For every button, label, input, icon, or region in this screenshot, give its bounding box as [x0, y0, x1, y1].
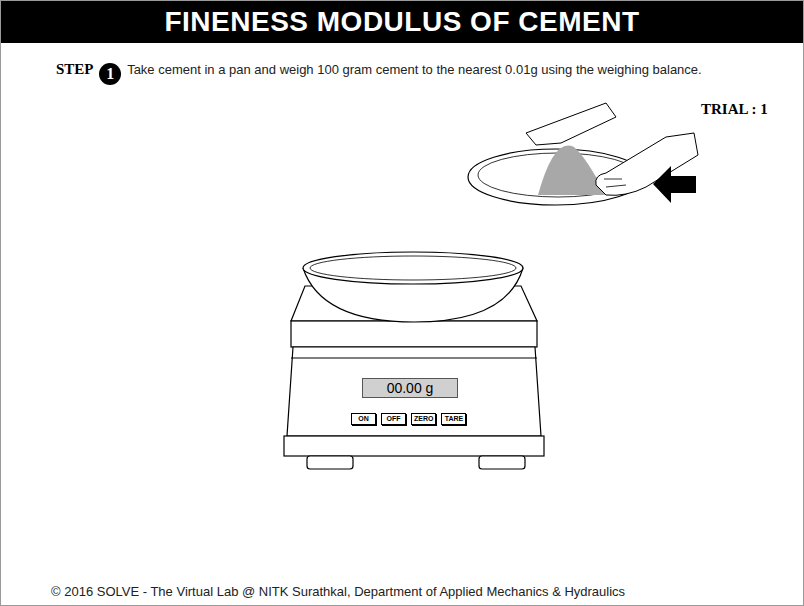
instruction-text: Take cement in a pan and weigh 100 gram …: [127, 62, 702, 77]
footer: © 2016 SOLVE - The Virtual Lab @ NITK Su…: [1, 584, 803, 605]
weighing-balance: 00.00 g ON OFF ZERO TARE: [283, 246, 545, 472]
step-instruction: STEP 1 Take cement in a pan and weigh 100…: [51, 59, 789, 85]
experiment-stage: TRIAL : 1 00.00 g ON: [1, 85, 803, 585]
balance-button[interactable]: TARE: [441, 413, 466, 425]
lab-page: FINENESS MODULUS OF CEMENT STEP 1 Take ce…: [0, 0, 804, 606]
step-label: STEP: [56, 61, 94, 77]
balance-buttons: ON OFF ZERO TARE: [351, 413, 466, 425]
pan-with-cement-icon[interactable]: [466, 95, 706, 215]
balance-button[interactable]: ZERO: [411, 413, 436, 425]
step-number: 1: [99, 63, 121, 85]
trial-label: TRIAL : 1: [701, 101, 768, 118]
display-reading: 00.00 g: [387, 380, 434, 396]
balance-display: 00.00 g: [362, 378, 458, 398]
balance-icon: [283, 246, 545, 472]
balance-button[interactable]: OFF: [381, 413, 406, 425]
balance-button[interactable]: ON: [351, 413, 376, 425]
page-title: FINENESS MODULUS OF CEMENT: [1, 1, 803, 43]
